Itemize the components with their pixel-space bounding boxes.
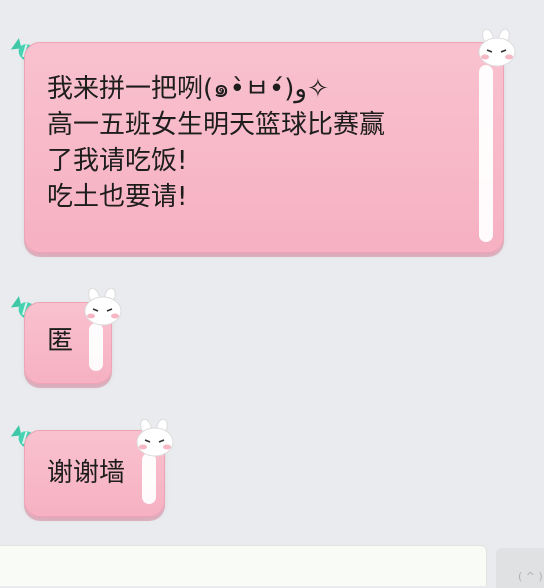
emoji-icon: ( ^ ) bbox=[518, 570, 543, 583]
message-line: 吃土也要请! bbox=[47, 182, 188, 212]
chat-bubble[interactable]: 我来拼一把咧(๑•̀ㅂ•́)و✧ 高一五班女生明天篮球比赛赢 了我请吃饭! 吃土… bbox=[24, 42, 504, 253]
message-line: 我来拼一把咧(๑•̀ㅂ•́)و✧ bbox=[47, 74, 329, 104]
bunny-icon bbox=[478, 28, 516, 67]
message-line: 高一五班女生明天篮球比赛赢 bbox=[47, 110, 386, 140]
bunny-icon bbox=[84, 287, 122, 326]
emoji-button[interactable]: ( ^ ) bbox=[496, 548, 544, 588]
message-line: 匿 bbox=[47, 326, 74, 356]
bunny-icon bbox=[136, 418, 174, 457]
message-input[interactable] bbox=[0, 545, 487, 586]
message-line: 谢谢墙 bbox=[47, 458, 126, 488]
message-line: 了我请吃饭! bbox=[47, 146, 188, 176]
